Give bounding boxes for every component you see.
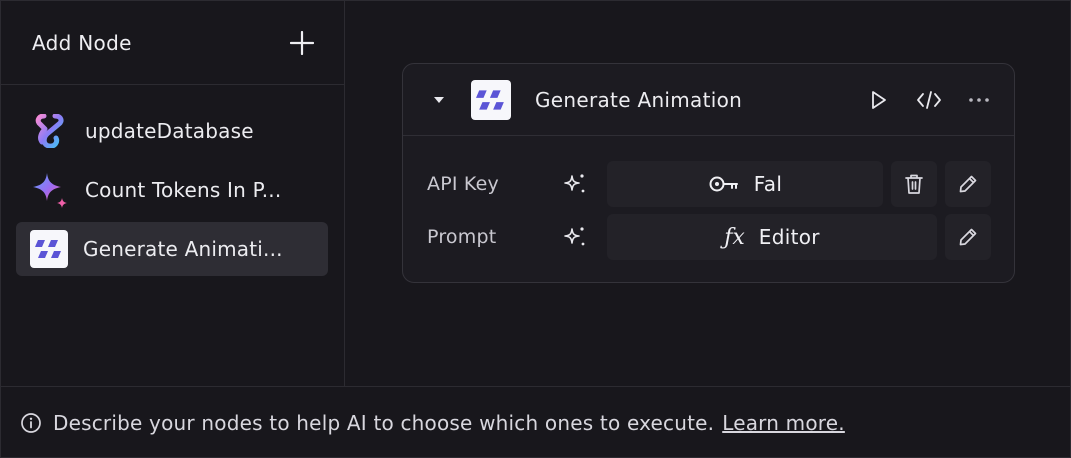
- input-row-prompt: Prompt ƒx Editor: [403, 214, 1016, 260]
- node-list: updateDatabase Count Tokens In P... Gene…: [1, 85, 344, 276]
- prompt-value-button[interactable]: ƒx Editor: [607, 214, 937, 260]
- node-item-generate-animation[interactable]: Generate Animati...: [16, 222, 328, 276]
- ai-sparkle-icon: [564, 227, 585, 246]
- info-icon: [19, 411, 43, 435]
- function-icon: ƒx: [724, 224, 745, 250]
- sidebar-title: Add Node: [32, 30, 132, 55]
- fal-logo-icon: [471, 79, 511, 120]
- code-button[interactable]: [914, 85, 944, 115]
- edit-button[interactable]: [945, 214, 991, 260]
- plus-icon: [290, 30, 314, 55]
- node-title: Generate Animation: [535, 87, 743, 112]
- learn-more-link[interactable]: Learn more.: [722, 411, 845, 435]
- edit-button[interactable]: [945, 161, 991, 207]
- trash-icon: [905, 174, 923, 194]
- node-label: Count Tokens In P...: [85, 178, 282, 202]
- input-label: Prompt: [427, 226, 497, 248]
- node-item-count-tokens[interactable]: Count Tokens In P...: [16, 163, 328, 217]
- node-label: updateDatabase: [85, 119, 254, 143]
- add-node-button[interactable]: [288, 29, 316, 57]
- sidebar-header: Add Node: [1, 1, 344, 85]
- sparkle-gem-icon: [30, 170, 70, 210]
- more-icon: [969, 97, 989, 102]
- node-label: Generate Animati...: [83, 237, 283, 261]
- input-label: API Key: [427, 173, 499, 195]
- footer-text: Describe your nodes to help AI to choose…: [53, 411, 715, 435]
- database-logo-icon: [30, 111, 70, 151]
- code-icon: [917, 90, 941, 109]
- node-card-header: Generate Animation: [403, 64, 1014, 136]
- pencil-icon: [959, 175, 977, 193]
- collapse-toggle[interactable]: [429, 90, 449, 110]
- delete-button[interactable]: [891, 161, 937, 207]
- caret-down-icon: [434, 96, 444, 103]
- run-button[interactable]: [864, 85, 894, 115]
- play-icon: [872, 90, 886, 109]
- api-key-value-button[interactable]: Fal: [607, 161, 883, 207]
- fal-logo-icon: [30, 230, 68, 268]
- api-key-value: Fal: [753, 172, 783, 196]
- ai-sparkle-icon: [564, 174, 585, 193]
- more-button[interactable]: [964, 85, 994, 115]
- prompt-value: Editor: [758, 225, 820, 249]
- key-icon: [709, 176, 738, 192]
- node-item-update-database[interactable]: updateDatabase: [16, 104, 328, 158]
- pencil-icon: [959, 228, 977, 246]
- ai-fill-button[interactable]: [561, 223, 589, 251]
- app-frame: Add Node updateDatabase Count Tokens In …: [0, 0, 1071, 458]
- node-card: Generate Animation API Key Fal Prompt ƒx…: [402, 63, 1015, 283]
- input-row-api-key: API Key Fal: [403, 161, 1016, 207]
- footer-hint: Describe your nodes to help AI to choose…: [1, 386, 1071, 458]
- ai-fill-button[interactable]: [561, 170, 589, 198]
- node-sidebar: Add Node updateDatabase Count Tokens In …: [1, 1, 345, 386]
